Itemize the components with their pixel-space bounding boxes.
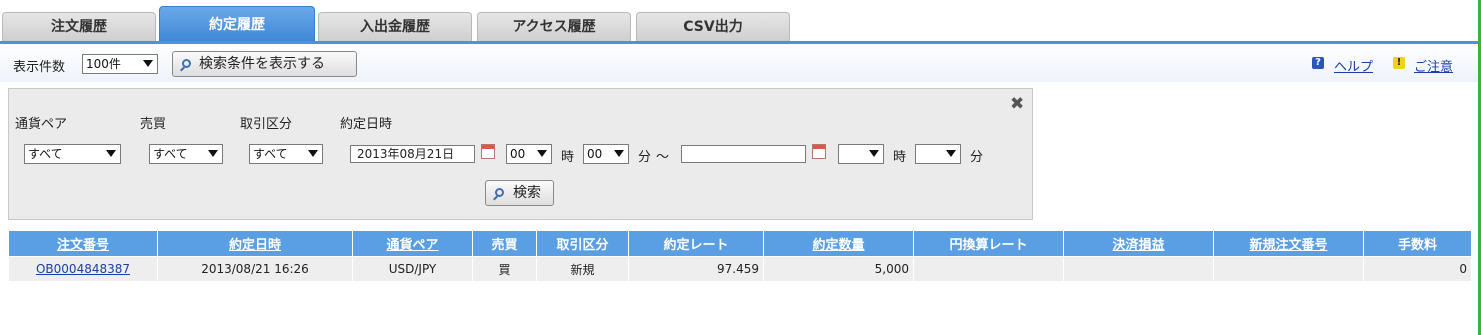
- chevron-down-icon: [208, 150, 218, 157]
- tab-access-history[interactable]: アクセス履歴: [477, 12, 631, 41]
- cell-rate: 97.459: [628, 256, 764, 282]
- count-select-value: 100件: [86, 57, 121, 71]
- tab-csv-export[interactable]: CSV出力: [636, 12, 790, 41]
- help-icon: ?: [1312, 57, 1324, 69]
- cell-pl: [1063, 256, 1214, 282]
- search-icon: [182, 59, 191, 68]
- date-label: 約定日時: [340, 117, 393, 132]
- count-select[interactable]: 100件: [82, 54, 158, 74]
- pair-label: 通貨ペア: [15, 117, 68, 132]
- cell-side: 買: [472, 256, 537, 282]
- chevron-down-icon: [614, 150, 624, 157]
- search-icon: [495, 188, 504, 197]
- from-minute-select[interactable]: 00: [583, 144, 629, 164]
- count-label: 表示件数: [13, 60, 66, 75]
- cell-fee: 0: [1363, 256, 1472, 282]
- from-hour-select[interactable]: 00: [506, 144, 552, 164]
- minute-unit: 分: [638, 150, 652, 165]
- col-quantity[interactable]: 約定数量: [763, 230, 914, 257]
- chevron-down-icon: [143, 60, 153, 67]
- to-date-input[interactable]: [681, 145, 806, 163]
- side-label: 売買: [140, 117, 167, 132]
- from-minute-value: 00: [587, 147, 603, 161]
- col-yen-rate: 円換算レート: [913, 230, 1064, 257]
- side-select[interactable]: すべて: [149, 144, 223, 164]
- sort-datetime-link[interactable]: 約定日時: [229, 238, 281, 253]
- order-no-link[interactable]: OB0004848387: [36, 262, 130, 276]
- warning-icon: !: [1393, 57, 1405, 69]
- sort-new-order-no-link[interactable]: 新規注文番号: [1249, 238, 1327, 253]
- range-tilde: ～: [656, 150, 670, 165]
- help-link[interactable]: ヘルプ: [1334, 56, 1373, 75]
- sort-pl-link[interactable]: 決済損益: [1112, 238, 1164, 253]
- history-tabs: 注文履歴 約定履歴 入出金履歴 アクセス履歴 CSV出力: [0, 0, 1478, 44]
- hour-unit: 時: [561, 150, 575, 165]
- type-select-value: すべて: [253, 147, 288, 161]
- cell-yen-rate: [913, 256, 1064, 282]
- col-pl[interactable]: 決済損益: [1063, 230, 1214, 257]
- chevron-down-icon: [537, 150, 547, 157]
- toolbar: 表示件数 100件 検索条件を表示する: [0, 44, 1478, 82]
- col-side: 売買: [472, 230, 537, 257]
- search-button[interactable]: 検索: [485, 180, 554, 206]
- type-select[interactable]: すべて: [249, 144, 323, 164]
- sort-quantity-link[interactable]: 約定数量: [812, 238, 864, 253]
- close-icon[interactable]: ✖: [1010, 94, 1024, 114]
- chevron-down-icon: [106, 150, 116, 157]
- chevron-down-icon: [946, 150, 956, 157]
- tab-deposit-history[interactable]: 入出金履歴: [318, 12, 472, 41]
- show-search-conditions-button[interactable]: 検索条件を表示する: [172, 51, 357, 77]
- caution-link[interactable]: ご注意: [1414, 56, 1453, 75]
- minute-unit-2: 分: [970, 150, 984, 165]
- pair-select-value: すべて: [28, 147, 63, 161]
- side-select-value: すべて: [153, 147, 188, 161]
- to-minute-select[interactable]: [915, 144, 961, 164]
- sort-pair-link[interactable]: 通貨ペア: [386, 238, 438, 253]
- cell-pair: USD/JPY: [352, 256, 473, 282]
- from-date-input[interactable]: 2013年08月21日: [350, 145, 475, 163]
- from-hour-value: 00: [510, 147, 526, 161]
- cell-quantity: 5,000: [763, 256, 914, 282]
- col-type: 取引区分: [536, 230, 629, 257]
- cell-order-no: OB0004848387: [8, 256, 158, 282]
- table-row: OB0004848387 2013/08/21 16:26 USD/JPY 買 …: [8, 256, 1472, 282]
- calendar-icon[interactable]: [481, 144, 495, 159]
- tab-execution-history[interactable]: 約定履歴: [159, 6, 315, 43]
- col-fee: 手数料: [1363, 230, 1472, 257]
- col-pair[interactable]: 通貨ペア: [352, 230, 473, 257]
- col-rate: 約定レート: [628, 230, 764, 257]
- type-label: 取引区分: [240, 117, 293, 132]
- execution-table: 注文番号 約定日時 通貨ペア 売買 取引区分 約定レート 約定数量 円換算レート…: [8, 230, 1472, 282]
- cell-datetime: 2013/08/21 16:26: [157, 256, 353, 282]
- col-datetime[interactable]: 約定日時: [157, 230, 353, 257]
- to-hour-select[interactable]: [838, 144, 884, 164]
- pair-select[interactable]: すべて: [24, 144, 121, 164]
- cell-new-order-no: [1213, 256, 1364, 282]
- chevron-down-icon: [308, 150, 318, 157]
- show-search-conditions-label: 検索条件を表示する: [199, 56, 325, 72]
- sort-order-no-link[interactable]: 注文番号: [57, 238, 109, 253]
- calendar-icon[interactable]: [812, 144, 826, 159]
- hour-unit-2: 時: [893, 150, 907, 165]
- cell-type: 新規: [536, 256, 629, 282]
- table-header-row: 注文番号 約定日時 通貨ペア 売買 取引区分 約定レート 約定数量 円換算レート…: [8, 230, 1472, 257]
- col-order-no[interactable]: 注文番号: [8, 230, 158, 257]
- search-button-label: 検索: [513, 185, 541, 201]
- col-new-order-no[interactable]: 新規注文番号: [1213, 230, 1364, 257]
- chevron-down-icon: [869, 150, 879, 157]
- tab-order-history[interactable]: 注文履歴: [2, 12, 156, 41]
